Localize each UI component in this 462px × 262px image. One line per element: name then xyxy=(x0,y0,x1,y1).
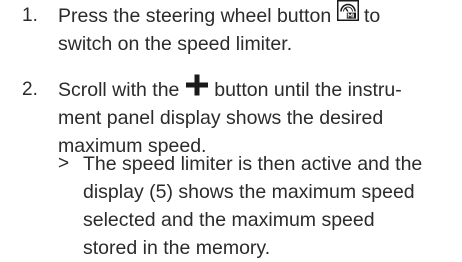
step-text: Scroll with the button until the instru-… xyxy=(58,74,453,160)
result-marker: > xyxy=(58,153,70,174)
step-text-segment: Scroll with the xyxy=(58,79,185,101)
result-line: selected and the maximum speed xyxy=(83,209,375,231)
result-line: The speed limiter is then active and the xyxy=(83,153,423,175)
step-text-segment: button until the instru- xyxy=(208,79,402,101)
result-line: display (5) shows the maximum speed xyxy=(83,181,415,203)
result-line: stored in the memory. xyxy=(83,237,271,259)
step-line: switch on the speed limiter. xyxy=(58,33,293,55)
speed-limiter-steering-wheel-icon xyxy=(336,0,359,29)
step-line: ment panel display shows the desired xyxy=(58,107,384,129)
step-number: 2. xyxy=(22,79,38,100)
step-line: Press the steering wheel button to xyxy=(58,0,453,30)
instruction-page: 1. Press the steering wheel button to sw… xyxy=(0,0,462,259)
step-number: 1. xyxy=(22,5,38,26)
step-text: Press the steering wheel button to switc… xyxy=(58,0,453,58)
plus-icon xyxy=(185,74,209,104)
step-text-segment: to xyxy=(358,5,381,27)
step-text-segment: Press the steering wheel button xyxy=(58,5,337,27)
result-text: The speed limiter is then active and the… xyxy=(83,150,458,262)
step-line: Scroll with the button until the instru- xyxy=(58,74,453,104)
